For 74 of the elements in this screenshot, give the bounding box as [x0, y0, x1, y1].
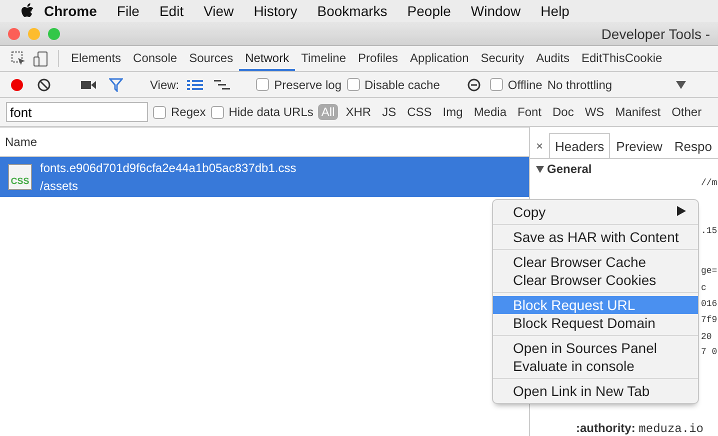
column-header: Name	[0, 127, 530, 157]
details-tab[interactable]: Headers	[549, 133, 610, 158]
checkbox-label: Disable cache	[364, 78, 440, 92]
type-filter-button[interactable]: Doc	[550, 104, 577, 120]
header-value: //m	[701, 178, 718, 188]
menu-item[interactable]: Open in Sources Panel	[493, 339, 698, 357]
request-row[interactable]: CSS fonts.e906d701d9f6cfa2e44a1b05ac837db1.css /assets	[0, 157, 530, 197]
checkbox-label: Regex	[171, 105, 206, 119]
type-filter-button[interactable]: Img	[440, 104, 466, 120]
view-label: View:	[150, 78, 180, 92]
checkbox[interactable]	[153, 106, 166, 118]
header-value: 20	[701, 332, 712, 342]
checkbox[interactable]	[490, 78, 503, 91]
file-type-icon: CSS	[8, 164, 32, 190]
menu-item[interactable]: Bookmarks	[307, 3, 398, 19]
dropdown-caret-icon[interactable]	[676, 80, 686, 88]
type-filter-button[interactable]: Font	[514, 104, 545, 120]
menu-item[interactable]: File	[106, 3, 150, 19]
checkbox-label: Preserve log	[274, 78, 342, 92]
window-title: Developer Tools -	[601, 26, 710, 42]
checkbox-label: Hide data URLs	[228, 105, 314, 119]
type-filter-button[interactable]: XHR	[342, 104, 374, 120]
type-filter-button[interactable]: Manifest	[612, 104, 664, 120]
header-line: :authority: meduza.io	[576, 421, 704, 436]
header-value: 7f9	[701, 315, 718, 325]
menu-item[interactable]: Copy	[493, 203, 698, 221]
checkbox[interactable]	[346, 78, 360, 91]
close-button[interactable]	[8, 28, 20, 40]
panel-tab[interactable]: Audits	[530, 46, 576, 71]
type-filter-button[interactable]: CSS	[404, 104, 435, 120]
menu-item[interactable]: History	[244, 3, 308, 19]
panel-tab[interactable]: Security	[474, 46, 530, 71]
panel-tab[interactable]: Elements	[65, 46, 128, 71]
header-value: c	[701, 283, 706, 293]
menu-item[interactable]: Clear Browser Cache	[493, 253, 698, 271]
request-path: /assets	[40, 179, 80, 193]
panel-tab[interactable]: Sources	[183, 46, 240, 71]
close-icon[interactable]: ×	[530, 133, 550, 158]
panel-tab[interactable]: Console	[127, 46, 184, 71]
panel-tab[interactable]: EditThisCookie	[575, 46, 668, 71]
app-menu[interactable]: Chrome	[34, 3, 107, 19]
menu-item[interactable]: Clear Browser Cookies	[493, 271, 698, 289]
header-value: 7 0	[701, 347, 718, 357]
menu-item[interactable]: Edit	[149, 3, 194, 19]
header-value: ge=	[701, 266, 718, 276]
details-tab[interactable]: Preview	[610, 133, 668, 158]
header-value: .15	[701, 226, 718, 236]
type-filter-button[interactable]: Media	[470, 104, 510, 120]
checkbox[interactable]	[256, 78, 270, 91]
throttling-select[interactable]: No throttling	[547, 78, 672, 92]
submenu-arrow-icon	[677, 206, 686, 218]
triangle-icon	[536, 166, 544, 172]
type-filter-button[interactable]: WS	[582, 104, 608, 120]
menu-item[interactable]: Save as HAR with Content	[493, 228, 698, 246]
section-header[interactable]: General	[530, 159, 718, 179]
panel-tab[interactable]: Application	[404, 46, 475, 71]
filter-field[interactable]: font	[6, 102, 148, 122]
request-name: fonts.e906d701d9f6cfa2e44a1b05ac837db1.css	[40, 161, 296, 175]
checkbox[interactable]	[210, 106, 224, 118]
apple-icon[interactable]	[20, 3, 34, 19]
menu-item[interactable]: Block Request Domain	[493, 314, 698, 332]
panel-tab[interactable]: Profiles	[352, 46, 404, 71]
menu-item[interactable]: Help	[530, 3, 580, 19]
menu-item[interactable]: Open Link in New Tab	[493, 382, 698, 400]
checkbox-label: Offline	[508, 78, 542, 92]
menu-item[interactable]: Evaluate in console	[493, 357, 698, 375]
panel-tab[interactable]: Timeline	[295, 46, 352, 71]
header-value: 016	[701, 299, 718, 309]
type-filter-button[interactable]: JS	[379, 104, 400, 120]
menu-item[interactable]: Window	[460, 3, 531, 19]
menu-item[interactable]: People	[397, 3, 461, 19]
menu-item[interactable]: View	[194, 3, 244, 19]
details-tab[interactable]: Respo	[668, 133, 718, 158]
type-filter-button[interactable]: Other	[668, 104, 705, 120]
